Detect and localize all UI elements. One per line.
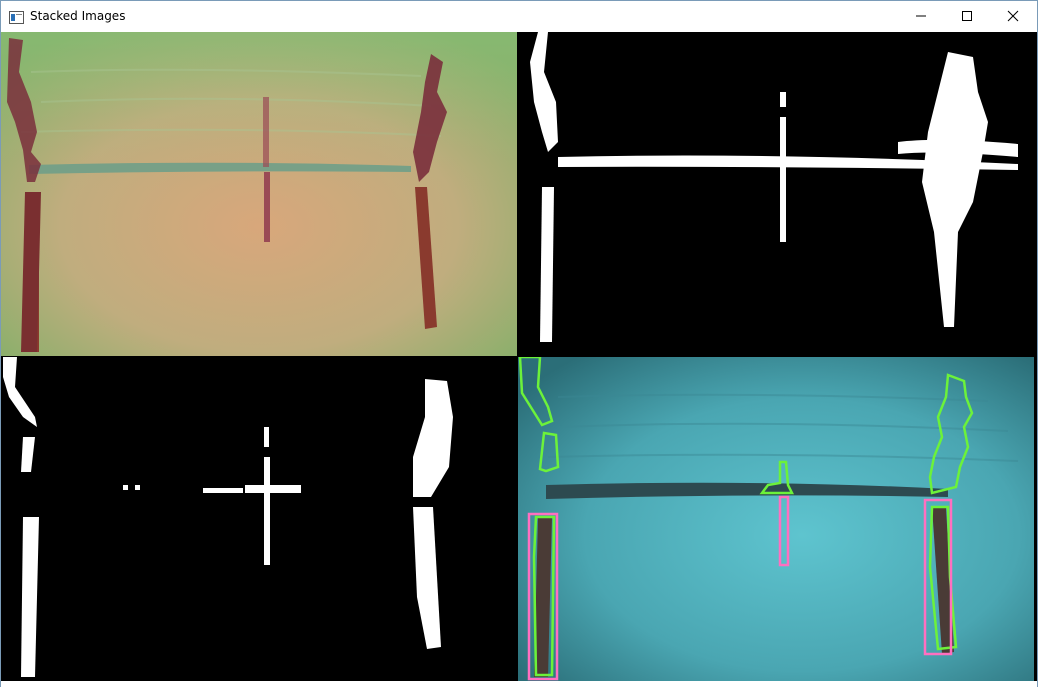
- minimize-icon: [915, 10, 927, 22]
- contour-overlay-panel: [518, 357, 1034, 681]
- stacked-images-canvas: [1, 32, 1037, 681]
- original-image-panel: [1, 32, 517, 356]
- maximize-icon: [961, 10, 973, 22]
- title-bar[interactable]: Stacked Images: [1, 1, 1037, 32]
- binary-mask-1-panel: [518, 32, 1034, 356]
- minimize-button[interactable]: [898, 1, 944, 31]
- maximize-button[interactable]: [944, 1, 990, 31]
- window-title: Stacked Images: [30, 9, 126, 23]
- app-window: Stacked Images: [0, 0, 1038, 687]
- binary-mask-2-panel: [1, 357, 517, 681]
- close-icon: [1007, 10, 1019, 22]
- close-button[interactable]: [990, 1, 1036, 31]
- app-window-icon: [9, 9, 24, 24]
- window-bottom-border: [1, 681, 1037, 687]
